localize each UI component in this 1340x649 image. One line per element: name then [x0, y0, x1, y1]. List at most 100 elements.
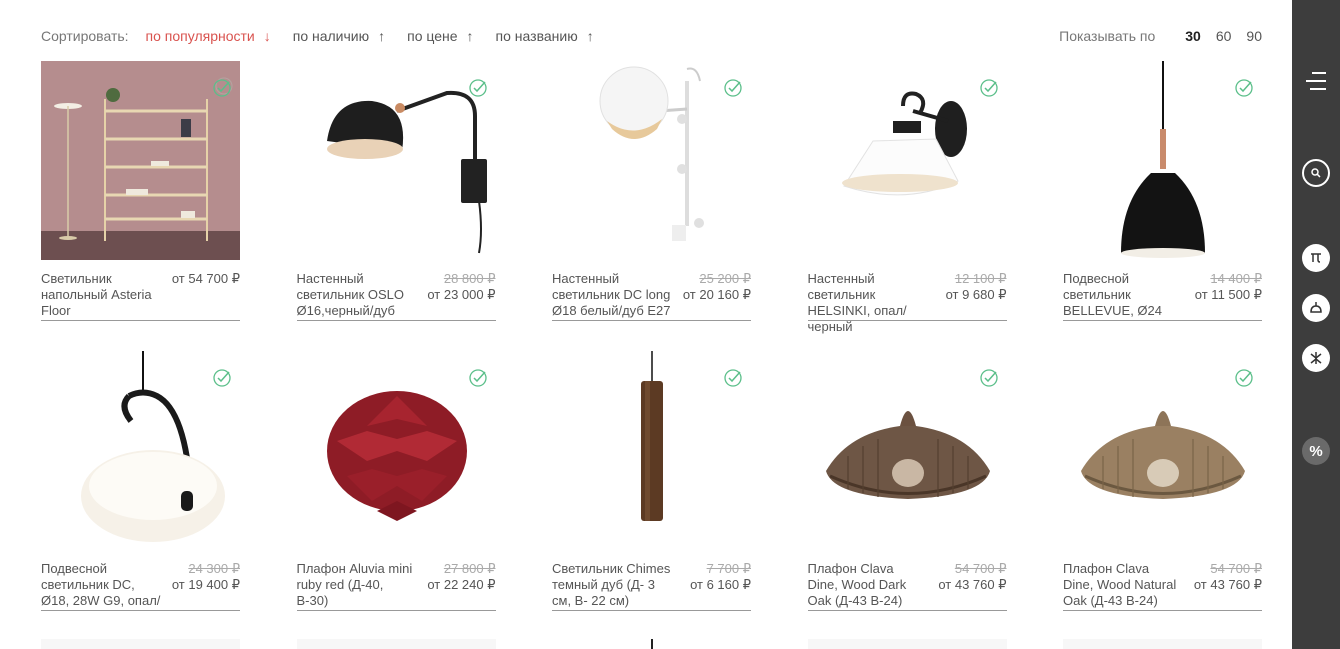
product-info: Плафон Clava Dine, Wood Dark Oak (Д-43 В…	[807, 561, 1007, 611]
product-card[interactable]: Настенный светильник OSLO Ø16,черный/дуб…	[296, 61, 496, 321]
in-stock-check-icon	[979, 79, 998, 97]
product-name[interactable]: Подвесной светильник DC, Ø18, 28W G9, оп…	[41, 561, 161, 609]
old-price: 54 700 ₽	[954, 561, 1007, 576]
pendant-lamp-icon	[1310, 302, 1322, 313]
sort-bar: Сортировать: по популярности ↓ по наличи…	[41, 26, 1262, 46]
sort-by-price[interactable]: по цене ↑	[407, 28, 473, 44]
sort-item-label: по названию	[495, 28, 578, 44]
per-page-label: Показывать по	[1059, 28, 1156, 44]
search-button[interactable]	[1302, 159, 1330, 187]
percent-icon: %	[1309, 442, 1323, 460]
old-price: 7 700 ₽	[706, 561, 751, 576]
old-price: 54 700 ₽	[1210, 561, 1262, 576]
opal-pendant	[81, 351, 225, 542]
catalog-main: Сортировать: по популярности ↓ по наличи…	[0, 0, 1292, 649]
product-card[interactable]: Плафон Clava Dine, Wood Natural Oak (Д-4…	[1063, 351, 1262, 611]
product-image[interactable]	[1063, 61, 1262, 260]
product-name[interactable]: Настенный светильник HELSINKI, опал/черн…	[808, 271, 928, 335]
in-stock-check-icon	[979, 369, 998, 387]
ruby-cone-shade	[326, 391, 467, 521]
in-stock-check-icon	[1235, 79, 1253, 97]
chandelier-icon	[1310, 352, 1322, 364]
product-prices: 12 100 ₽ от 9 680 ₽	[946, 271, 1007, 303]
product-prices: 7 700 ₽ от 6 160 ₽	[690, 561, 751, 593]
product-image[interactable]	[552, 61, 751, 260]
product-card[interactable]: Плафон Aluvia mini ruby red (Д-40, В-30)…	[296, 351, 496, 611]
product-image[interactable]	[41, 61, 240, 260]
product-card[interactable]: Светильник Chimes темный дуб (Д- 3 см, В…	[552, 351, 751, 611]
product-image[interactable]	[552, 351, 751, 550]
product-card[interactable]: Подвесной светильник DC, Ø18, 28W G9, оп…	[41, 351, 240, 611]
current-price: от 11 500 ₽	[1194, 287, 1262, 302]
in-stock-check-icon	[213, 79, 231, 97]
product-image[interactable]	[296, 351, 496, 550]
current-price: от 54 700 ₽	[171, 271, 240, 286]
product-info: Настенный светильник DC long Ø18 белый/д…	[552, 271, 751, 321]
per-page-selector: Показывать по 30 60 90	[1059, 28, 1262, 44]
in-stock-check-icon	[1235, 369, 1253, 387]
oak-tube-pendant	[641, 351, 663, 521]
per-page-60[interactable]: 60	[1216, 28, 1232, 44]
product-info: Подвесной светильник DC, Ø18, 28W G9, оп…	[41, 561, 240, 611]
product-card[interactable]: Настенный светильник HELSINKI, опал/черн…	[807, 61, 1007, 334]
product-card[interactable]: Настенный светильник DC long Ø18 белый/д…	[552, 61, 751, 321]
old-price: 28 800 ₽	[443, 271, 496, 286]
floor-lamp-shelf-photo	[41, 61, 240, 260]
sort-item-label: по наличию	[292, 28, 370, 44]
table-lamp-icon	[1311, 253, 1321, 263]
product-info: Плафон Clava Dine, Wood Natural Oak (Д-4…	[1063, 561, 1262, 611]
product-info: Светильник Chimes темный дуб (Д- 3 см, В…	[552, 561, 751, 611]
arrow-up-icon: ↑	[586, 28, 594, 44]
product-image[interactable]	[807, 61, 1007, 260]
black-pendant	[1121, 61, 1205, 258]
current-price: от 43 760 ₽	[1193, 577, 1262, 592]
product-image[interactable]	[1063, 351, 1262, 550]
product-card[interactable]: Светильник напольный Asteria Floor от 54…	[41, 61, 240, 321]
current-price: от 19 400 ₽	[171, 577, 240, 592]
old-price: 24 300 ₽	[188, 561, 240, 576]
product-card[interactable]: Подвесной светильник BELLEVUE, Ø24 14 40…	[1063, 61, 1262, 321]
arrow-down-icon: ↓	[263, 28, 271, 44]
product-name[interactable]: Настенный светильник OSLO Ø16,черный/дуб	[297, 271, 417, 319]
product-image[interactable]	[807, 351, 1007, 550]
product-prices: 54 700 ₽ от 43 760 ₽	[938, 561, 1006, 593]
product-card-partial[interactable]	[296, 639, 496, 649]
product-name[interactable]: Настенный светильник DC long Ø18 белый/д…	[552, 271, 672, 319]
pendant-lamps-button[interactable]	[1302, 294, 1330, 322]
product-card-partial[interactable]	[552, 639, 751, 649]
product-name[interactable]: Подвесной светильник BELLEVUE, Ø24	[1063, 271, 1183, 319]
product-prices: 28 800 ₽ от 23 000 ₽	[427, 271, 495, 303]
product-info: Подвесной светильник BELLEVUE, Ø24 14 40…	[1063, 271, 1262, 321]
menu-icon[interactable]	[1306, 70, 1326, 92]
sort-by-availability[interactable]: по наличию ↑	[293, 28, 385, 44]
arrow-up-icon: ↑	[378, 28, 386, 44]
per-page-30[interactable]: 30	[1185, 28, 1201, 44]
product-name[interactable]: Плафон Clava Dine, Wood Dark Oak (Д-43 В…	[808, 561, 928, 609]
product-image[interactable]	[41, 351, 240, 550]
product-name[interactable]: Плафон Aluvia mini ruby red (Д-40, В-30)	[297, 561, 417, 609]
product-image[interactable]	[296, 61, 496, 260]
arrow-up-icon: ↑	[466, 28, 474, 44]
product-card-partial[interactable]	[41, 639, 240, 649]
product-card-partial[interactable]	[807, 639, 1007, 649]
product-card[interactable]: Плафон Clava Dine, Wood Dark Oak (Д-43 В…	[807, 351, 1007, 611]
current-price: от 6 160 ₽	[690, 577, 751, 592]
sale-button[interactable]: %	[1302, 437, 1330, 465]
product-name[interactable]: Светильник напольный Asteria Floor	[41, 271, 161, 319]
product-info: Настенный светильник HELSINKI, опал/черн…	[807, 271, 1007, 334]
product-card-partial[interactable]	[1063, 639, 1262, 649]
black-wall-lamp	[326, 90, 487, 254]
table-lamps-button[interactable]	[1302, 244, 1330, 272]
sort-item-label: по популярности	[145, 28, 255, 44]
per-page-90[interactable]: 90	[1246, 28, 1262, 44]
product-prices: от 54 700 ₽	[172, 271, 240, 287]
product-name[interactable]: Светильник Chimes темный дуб (Д- 3 см, В…	[552, 561, 672, 609]
sort-by-name[interactable]: по названию ↑	[496, 28, 594, 44]
product-name[interactable]: Плафон Clava Dine, Wood Natural Oak (Д-4…	[1063, 561, 1183, 609]
old-price: 27 800 ₽	[443, 561, 496, 576]
product-prices: 14 400 ₽ от 11 500 ₽	[1195, 271, 1262, 303]
product-info: Настенный светильник OSLO Ø16,черный/дуб…	[296, 271, 496, 321]
chandeliers-button[interactable]	[1302, 344, 1330, 372]
sort-by-popularity[interactable]: по популярности ↓	[146, 28, 271, 44]
current-price: от 43 760 ₽	[938, 577, 1007, 592]
